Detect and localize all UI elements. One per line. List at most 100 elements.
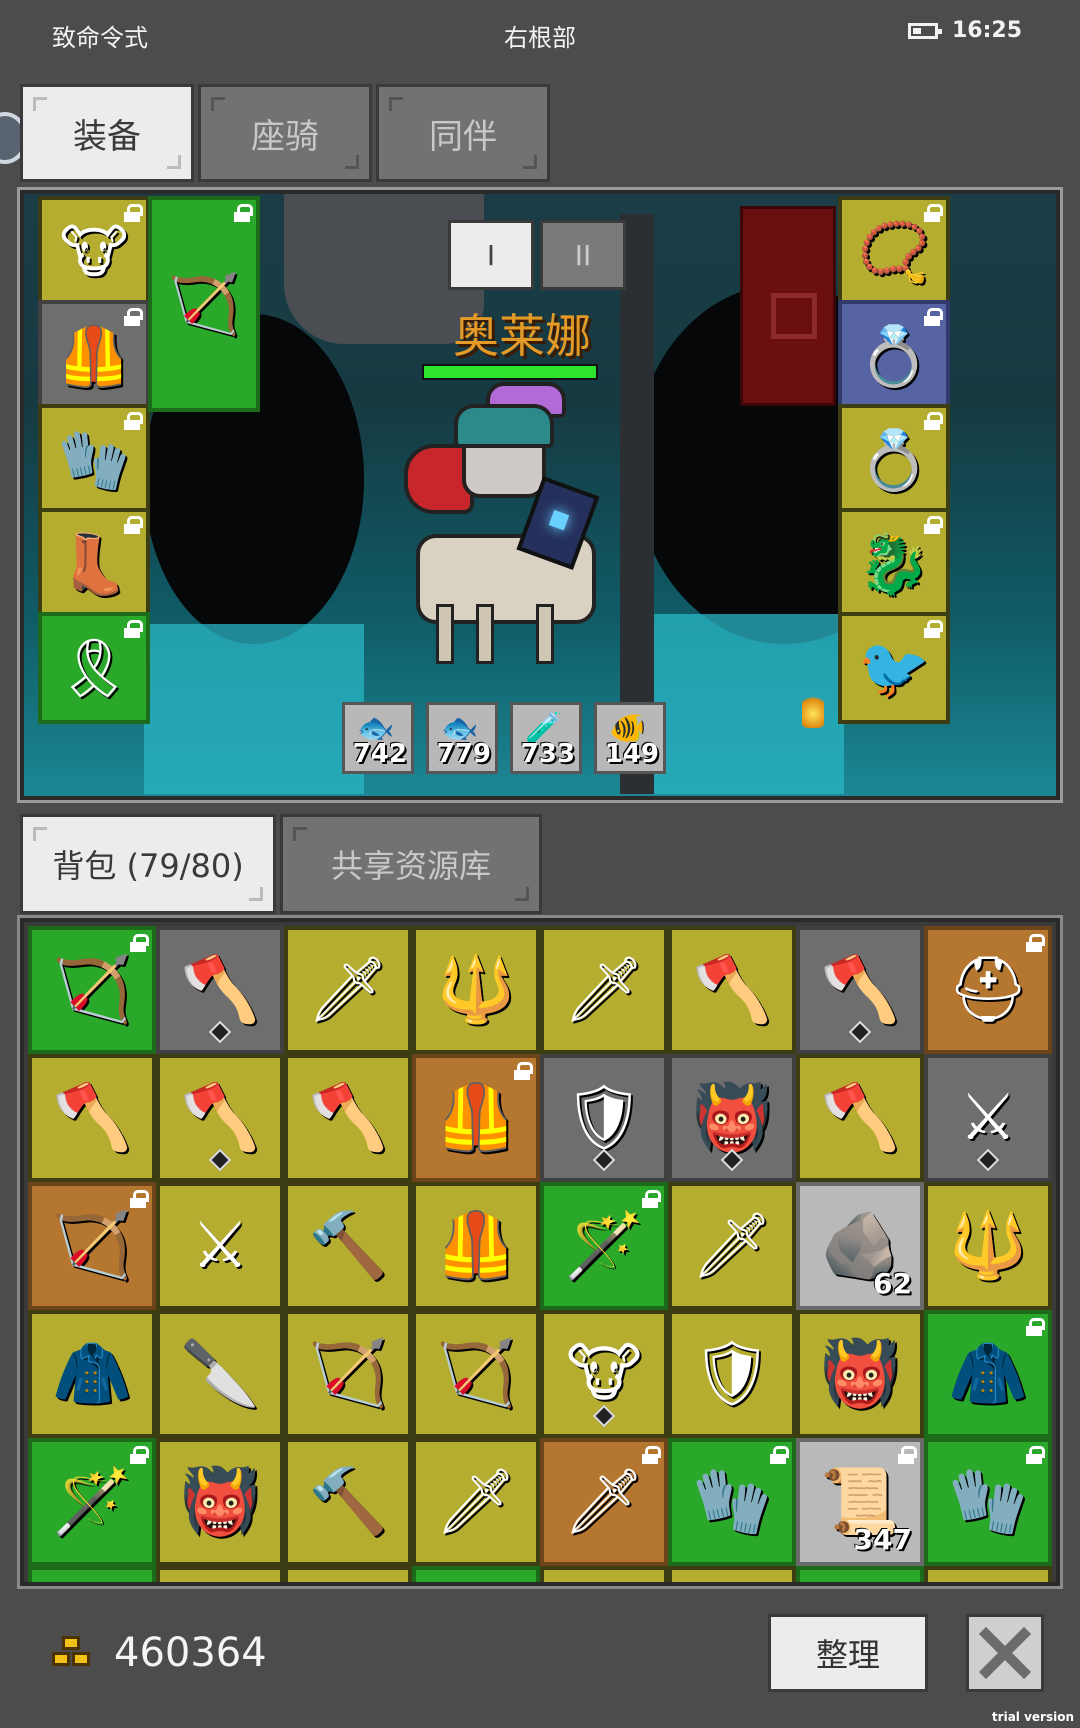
status-right: 16:25 xyxy=(907,18,1022,43)
lock-icon xyxy=(124,516,143,534)
inventory-slot[interactable]: 🗡 xyxy=(668,1182,796,1310)
inventory-slot[interactable]: 🗡 xyxy=(412,1438,540,1566)
inventory-slot[interactable]: 🗡 xyxy=(540,926,668,1054)
inventory-slot[interactable]: ⚔ xyxy=(924,1054,1052,1182)
inventory-slot[interactable]: 🔨 xyxy=(284,1182,412,1310)
loadout-tab-1-label: I xyxy=(486,238,496,272)
inventory-slot[interactable]: 🗡 xyxy=(284,926,412,1054)
red-dragon-icon: 🐉 xyxy=(857,530,931,598)
inventory-slot[interactable]: ◆ xyxy=(412,1566,540,1582)
inventory-slot[interactable]: 🔱 xyxy=(412,926,540,1054)
inventory-slot[interactable]: 🪓 xyxy=(796,926,924,1054)
pet-slot[interactable]: 🐉 xyxy=(838,508,950,620)
red-banner xyxy=(740,206,836,406)
quick-slot[interactable]: 🧪 733 xyxy=(510,702,582,774)
gloves-slot[interactable]: 🧤 xyxy=(38,404,150,516)
bow-icon: 🏹 xyxy=(52,953,132,1027)
lock-icon xyxy=(234,204,253,222)
inventory-slot[interactable]: 🪓 xyxy=(28,1054,156,1182)
hammer-icon: 🔨 xyxy=(308,1209,388,1283)
ring-slot-1[interactable]: 💍 xyxy=(838,300,950,412)
sort-button[interactable]: 整理 xyxy=(768,1614,928,1692)
inventory-slot[interactable]: 🪄 xyxy=(28,1438,156,1566)
armor-icon: 🦺 xyxy=(57,322,131,390)
inventory-slot[interactable]: ◆ xyxy=(668,1566,796,1582)
ring-slot-2[interactable]: 💍 xyxy=(838,404,950,516)
character-sprite[interactable] xyxy=(376,382,636,664)
quick-slot[interactable]: 🐠 149 xyxy=(594,702,666,774)
inventory-slot[interactable]: ⛑ xyxy=(924,926,1052,1054)
inventory-slot[interactable]: 🪓 xyxy=(156,1054,284,1182)
inventory-slot[interactable]: 🐮 xyxy=(540,1310,668,1438)
inventory-slot[interactable]: 🦺 xyxy=(412,1182,540,1310)
inventory-slot[interactable]: 🧥 xyxy=(28,1310,156,1438)
lock-icon xyxy=(924,516,943,534)
tab-companion[interactable]: 同伴 xyxy=(376,84,550,182)
inventory-slot[interactable]: ◆ xyxy=(796,1566,924,1582)
close-button[interactable] xyxy=(966,1614,1044,1692)
shield-icon: 🛡 xyxy=(691,1337,773,1411)
lock-icon xyxy=(130,1190,149,1208)
golden-sword-icon: 🗡 xyxy=(563,1465,645,1539)
inventory-slot[interactable]: ◆ xyxy=(540,1566,668,1582)
inventory-slot[interactable]: ◆ xyxy=(28,1566,156,1582)
inventory-slot[interactable]: 🏹 xyxy=(412,1310,540,1438)
inventory-slot[interactable]: 🪨 62 xyxy=(796,1182,924,1310)
amulet-slot[interactable]: 📿 xyxy=(838,196,950,308)
inventory-slot[interactable]: 🔪 xyxy=(156,1310,284,1438)
spear-icon: 🗡 xyxy=(435,1465,517,1539)
inventory-slot[interactable]: 🪄 xyxy=(540,1182,668,1310)
inventory-slot[interactable]: 🏹 xyxy=(28,926,156,1054)
inventory-slot[interactable]: 🏹 xyxy=(28,1182,156,1310)
inventory-slot[interactable]: ◆ xyxy=(156,1566,284,1582)
lock-icon xyxy=(924,620,943,638)
tab-shared-storage[interactable]: 共享资源库 xyxy=(280,814,542,914)
inventory-slot[interactable]: 🪓 xyxy=(796,1054,924,1182)
inventory-slot[interactable]: 📜 347 xyxy=(796,1438,924,1566)
tab-mount[interactable]: 座骑 xyxy=(198,84,372,182)
quick-slot[interactable]: 🐟 742 xyxy=(342,702,414,774)
boots-slot[interactable]: 👢 xyxy=(38,508,150,620)
lock-icon xyxy=(514,1062,533,1080)
loadout-tab-2[interactable]: II xyxy=(540,220,626,290)
inventory-slot[interactable]: ⚔ xyxy=(156,1182,284,1310)
inventory-slot[interactable]: 🔨 xyxy=(284,1438,412,1566)
armor-slot[interactable]: 🦺 xyxy=(38,300,150,412)
inventory-slot[interactable]: 🪓 xyxy=(284,1054,412,1182)
inventory-slot[interactable]: 👹 xyxy=(668,1054,796,1182)
inventory-slot[interactable]: 👹 xyxy=(796,1310,924,1438)
inventory-slot[interactable]: 🧤 xyxy=(924,1438,1052,1566)
inventory-slot[interactable]: 🛡 xyxy=(540,1054,668,1182)
inventory-slot[interactable]: 🦺 xyxy=(412,1054,540,1182)
inventory-grid[interactable]: 🏹 🪓 🗡 🔱 🗡 🪓 🪓 ⛑ 🪓 🪓 🪓 🦺 🛡 👹 🪓 ⚔ 🏹 ⚔ 🔨 🦺 🪄 🗡 🪨 62 🔱 🧥 🔪 🏹 🏹 🐮 🛡 👹 🧥 🪄 👹 🔨 🗡 🗡 🧤… xyxy=(17,915,1063,1589)
inventory-slot[interactable]: ◆ xyxy=(924,1566,1052,1582)
tab-shared-storage-label: 共享资源库 xyxy=(330,847,491,885)
inventory-slot[interactable]: 🔱 xyxy=(924,1182,1052,1310)
inventory-slot[interactable]: 🛡 xyxy=(668,1310,796,1438)
tab-mount-label: 座骑 xyxy=(251,116,319,157)
inventory-slot[interactable]: 🪓 xyxy=(156,926,284,1054)
inventory-slot[interactable]: 🧥 xyxy=(924,1310,1052,1438)
item-count: 62 xyxy=(873,1267,912,1300)
weapon-slot[interactable]: 🏹 xyxy=(148,196,260,412)
companion-slot[interactable]: 🐦 xyxy=(838,612,950,724)
helmet-slot[interactable]: 🐮 xyxy=(38,196,150,308)
inventory-slot[interactable]: 🗡 xyxy=(540,1438,668,1566)
inventory-slot[interactable]: 🏹 xyxy=(284,1310,412,1438)
inventory-slot[interactable]: 🪓 xyxy=(668,926,796,1054)
crystal-gauntlet-icon: 🧤 xyxy=(948,1465,1028,1539)
quick-slot-count: 149 xyxy=(604,739,659,769)
quick-slot[interactable]: 🐟 779 xyxy=(426,702,498,774)
loadout-tab-1[interactable]: I xyxy=(448,220,534,290)
double-axe-icon: 🪓 xyxy=(692,953,772,1027)
tab-equipment[interactable]: 装备 xyxy=(20,84,194,182)
inventory-slot[interactable]: 👹 xyxy=(156,1438,284,1566)
status-bar: 致命令式 右根部 16:25 xyxy=(0,0,1080,64)
inventory-slot[interactable]: 🧤 xyxy=(668,1438,796,1566)
torch xyxy=(802,692,824,728)
lock-icon xyxy=(124,412,143,430)
trial-watermark: trial version xyxy=(991,1710,1074,1724)
tab-backpack[interactable]: 背包 (79/80) xyxy=(20,814,276,914)
inventory-slot[interactable]: ◆ xyxy=(284,1566,412,1582)
belt-slot[interactable]: 🎗 xyxy=(38,612,150,724)
